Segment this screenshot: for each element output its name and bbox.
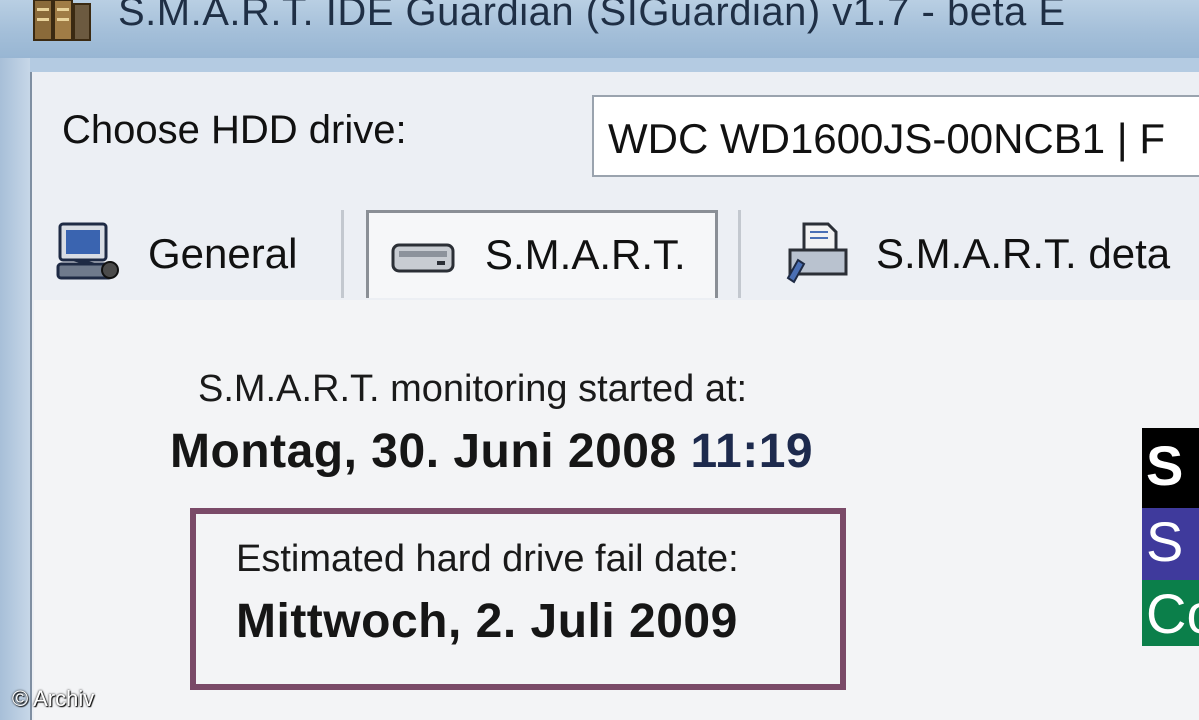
logo-letter: S: [1146, 510, 1184, 573]
monitoring-started-value: Montag, 30. Juni 2008 11:19: [170, 424, 813, 479]
watermark: © Archiv: [12, 686, 95, 711]
logo-block-purple: S: [1142, 508, 1199, 580]
fail-date-label: Estimated hard drive fail date:: [236, 538, 739, 580]
tab-smart-details-label: S.M.A.R.T. deta: [876, 230, 1171, 277]
tab-strip: General S.M.A.R.T. S.M.A.R.T. deta: [34, 200, 1199, 301]
app-server-icon: [33, 0, 91, 41]
hard-drive-icon: [391, 243, 455, 273]
monitoring-date: Montag, 30. Juni 2008: [170, 425, 677, 478]
logo-block-green: Co: [1142, 580, 1199, 646]
printer-report-icon: [786, 222, 848, 284]
window-frame-left: [0, 58, 30, 720]
tab-smart-details[interactable]: S.M.A.R.T. deta: [784, 210, 1199, 296]
window-frame-top: [30, 58, 1199, 73]
window-title: S.M.A.R.T. IDE Guardian (SIGuardian) v1.…: [118, 0, 1066, 34]
tab-separator: [738, 210, 741, 298]
logo-letter: Co: [1146, 582, 1199, 645]
monitoring-started-label: S.M.A.R.T. monitoring started at:: [198, 368, 748, 410]
logo-block-black: S: [1142, 428, 1199, 508]
fail-date-value: Mittwoch, 2. Juli 2009: [236, 595, 738, 648]
logo-letter: S: [1146, 434, 1184, 497]
tab-general[interactable]: General: [54, 210, 334, 296]
tab-general-label: General: [148, 230, 298, 277]
title-bar[interactable]: S.M.A.R.T. IDE Guardian (SIGuardian) v1.…: [0, 0, 1199, 58]
drive-select-label: Choose HDD drive:: [62, 108, 407, 152]
tab-smart[interactable]: S.M.A.R.T.: [366, 210, 718, 298]
tab-smart-label: S.M.A.R.T.: [485, 231, 686, 278]
drive-select[interactable]: WDC WD1600JS-00NCB1 | F: [592, 95, 1199, 177]
monitoring-time: 11:19: [690, 425, 814, 478]
tab-separator: [341, 210, 344, 298]
monitor-network-icon: [56, 222, 119, 280]
